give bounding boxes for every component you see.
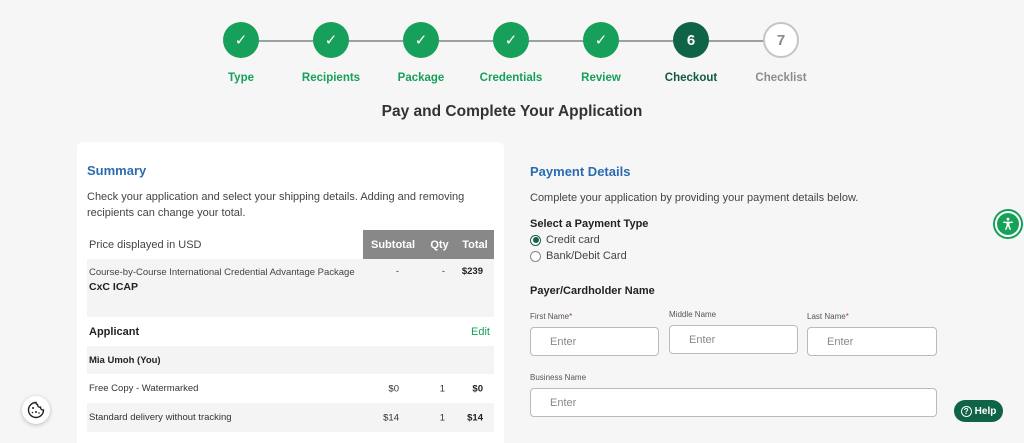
last-name-field: Last Name* Enter [807, 312, 937, 356]
payment-details: Payment Details Complete your applicatio… [530, 164, 950, 417]
edit-applicant-link[interactable]: Edit [471, 326, 492, 338]
check-icon: ✓ [583, 22, 619, 58]
payment-description: Complete your application by providing y… [530, 192, 859, 204]
step-label: Checklist [755, 72, 807, 84]
progress-stepper: ✓ Type ✓ Recipients ✓ Package ✓ Credenti… [196, 22, 828, 92]
bank-debit-card-option[interactable]: Bank/Debit Card [530, 250, 950, 262]
field-label: First Name [530, 312, 570, 321]
middle-name-field: Middle Name Enter [669, 310, 798, 354]
radio-selected-icon[interactable] [530, 234, 541, 246]
last-name-input[interactable]: Enter [807, 327, 937, 356]
field-label: Middle Name [669, 310, 717, 319]
first-name-field: First Name* Enter [530, 312, 659, 356]
step-credentials[interactable]: ✓ Credentials [466, 22, 556, 84]
required-marker: * [569, 312, 573, 321]
step-recipients[interactable]: ✓ Recipients [286, 22, 376, 84]
radio-unselected-icon[interactable] [530, 250, 541, 262]
price-currency-label: Price displayed in USD [89, 238, 202, 251]
cookie-icon [27, 401, 45, 419]
check-icon: ✓ [403, 22, 439, 58]
applicant-heading: Applicant [89, 325, 140, 338]
step-type[interactable]: ✓ Type [196, 22, 286, 84]
option-label: Bank/Debit Card [546, 250, 627, 262]
package-qty: - [441, 266, 445, 277]
summary-title: Summary [87, 163, 147, 178]
first-name-input[interactable]: Enter [530, 327, 659, 356]
package-subtotal: - [395, 266, 399, 277]
help-button[interactable]: ? Help [954, 400, 1003, 422]
business-name-input[interactable]: Enter [530, 388, 937, 417]
table-row: Standard delivery without tracking $14 1… [87, 403, 494, 432]
field-label: Business Name [530, 373, 587, 382]
package-code: CxC ICAP [89, 281, 139, 293]
line-qty: 1 [439, 412, 445, 423]
check-icon: ✓ [313, 22, 349, 58]
line-amounts: $14 1 $14 [363, 412, 494, 423]
question-icon: ? [960, 405, 972, 417]
line-subtotal: $14 [383, 412, 399, 423]
line-total: $0 [472, 383, 483, 394]
table-row: Free Copy - Watermarked $0 1 $0 [87, 374, 494, 403]
step-label: Package [397, 72, 445, 84]
package-row: Course-by-Course International Credentia… [87, 259, 494, 317]
price-columns: Subtotal Qty Total [363, 230, 494, 259]
credit-card-option[interactable]: Credit card [530, 234, 950, 246]
check-icon: ✓ [223, 22, 259, 58]
required-marker: * [845, 312, 849, 321]
step-package[interactable]: ✓ Package [376, 22, 466, 84]
check-icon: ✓ [493, 22, 529, 58]
line-total: $14 [467, 412, 483, 423]
line-label: Standard delivery without tracking [89, 412, 232, 423]
subtotal-column-header: Subtotal [371, 238, 415, 251]
help-label: Help [974, 405, 997, 417]
step-review[interactable]: ✓ Review [556, 22, 646, 84]
business-name-field: Business Name Enter [530, 373, 937, 417]
payer-heading: Payer/Cardholder Name [530, 285, 655, 297]
package-description: Course-by-Course International Credentia… [89, 267, 355, 278]
payment-type-heading: Select a Payment Type [530, 218, 649, 230]
step-number: 7 [763, 22, 799, 58]
qty-column-header: Qty [430, 238, 449, 251]
line-qty: 1 [439, 383, 445, 394]
step-label: Type [228, 72, 254, 84]
price-table-header: Price displayed in USD Subtotal Qty Tota… [87, 230, 494, 259]
payment-title: Payment Details [530, 164, 631, 179]
line-amounts: $0 1 $0 [363, 383, 494, 394]
step-label: Review [581, 72, 621, 84]
summary-description: Check your application and select your s… [87, 191, 465, 219]
package-amounts: - - $239 [363, 266, 494, 277]
step-number: 6 [673, 22, 709, 58]
summary-card: Summary Check your application and selec… [77, 142, 504, 443]
step-label: Recipients [301, 72, 361, 84]
step-checklist: 7 Checklist [736, 22, 826, 84]
cookie-settings-button[interactable] [22, 396, 50, 424]
line-subtotal: $0 [388, 383, 399, 394]
accessibility-icon [997, 213, 1019, 235]
step-label: Credentials [479, 72, 543, 84]
page-title: Pay and Complete Your Application [381, 103, 643, 120]
package-total: $239 [461, 266, 483, 277]
applicant-name: Mia Umoh (You) [87, 346, 494, 374]
line-label: Free Copy - Watermarked [89, 383, 199, 394]
applicant-header: Applicant Edit [87, 317, 494, 346]
option-label: Credit card [546, 234, 600, 246]
step-label: Checkout [664, 72, 718, 84]
total-column-header: Total [462, 238, 488, 251]
middle-name-input[interactable]: Enter [669, 325, 798, 354]
step-checkout: 6 Checkout [646, 22, 736, 84]
field-label: Last Name [807, 312, 846, 321]
accessibility-button[interactable] [993, 209, 1023, 239]
